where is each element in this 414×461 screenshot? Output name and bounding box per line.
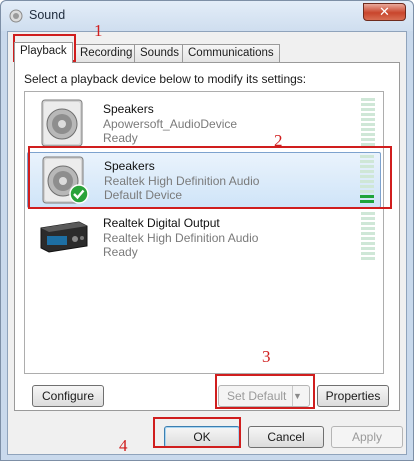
instruction-text: Select a playback device below to modify…: [24, 72, 307, 86]
sound-dialog: Sound ✕ Playback Recording Sounds Commun…: [0, 0, 414, 461]
tab-recording[interactable]: Recording: [74, 44, 139, 62]
tab-communications[interactable]: Communications: [182, 44, 280, 62]
device-status: Ready: [103, 245, 138, 259]
device-item-speakers-apowersoft[interactable]: Speakers Apowersoft_AudioDevice Ready: [27, 96, 381, 152]
annotation-box-ok: [153, 417, 241, 448]
sound-app-icon: [9, 9, 23, 23]
tab-playback[interactable]: Playback: [14, 42, 73, 63]
device-driver: Apowersoft_AudioDevice: [103, 117, 238, 131]
apply-button[interactable]: Apply: [331, 426, 403, 448]
device-name: Speakers: [103, 102, 154, 116]
cancel-button[interactable]: Cancel: [248, 426, 324, 448]
device-driver: Realtek High Definition Audio: [103, 231, 259, 245]
configure-button[interactable]: Configure: [32, 385, 104, 407]
device-item-digital-output[interactable]: Realtek Digital Output Realtek High Defi…: [27, 210, 381, 266]
tab-sounds[interactable]: Sounds: [134, 44, 186, 62]
properties-button[interactable]: Properties: [317, 385, 389, 407]
annotation-number: 1: [94, 21, 103, 40]
device-list[interactable]: Speakers Apowersoft_AudioDevice Ready Sp…: [24, 91, 384, 374]
device-status: Ready: [103, 131, 138, 145]
dialog-body: Playback Recording Sounds Communications…: [7, 31, 407, 455]
device-name: Realtek Digital Output: [103, 216, 220, 230]
speaker-icon: [41, 99, 83, 147]
annotation-number: 2: [274, 131, 283, 150]
title-bar[interactable]: Sound ✕: [1, 1, 413, 31]
digital-output-icon: [40, 221, 88, 253]
volume-meter: [361, 98, 375, 148]
volume-meter: [361, 212, 375, 262]
annotation-number: 4: [119, 436, 128, 455]
annotation-box-set-default: [215, 374, 315, 409]
annotation-number: 3: [262, 347, 271, 366]
window-title: Sound: [29, 8, 66, 22]
annotation-box-device: [28, 146, 392, 209]
close-button[interactable]: ✕: [363, 3, 406, 21]
